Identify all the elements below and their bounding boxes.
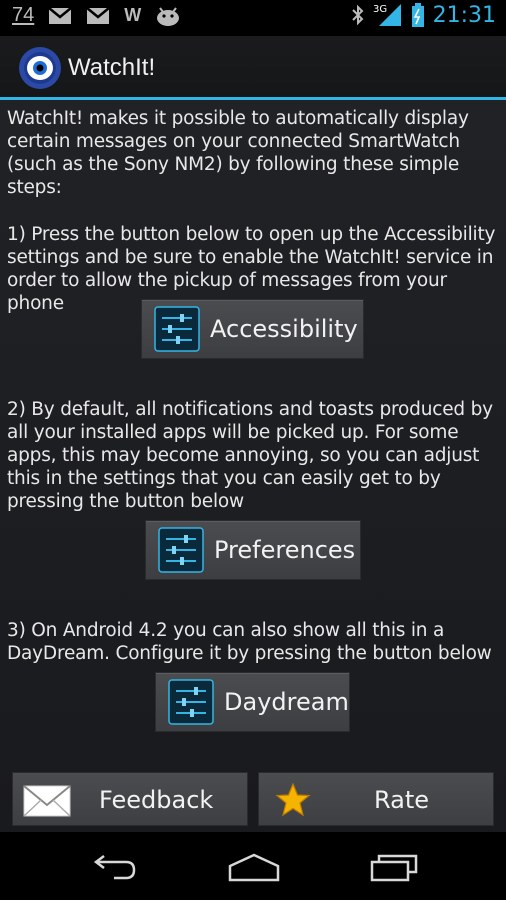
feedback-button[interactable]: Feedback — [12, 772, 248, 826]
intro-text: WatchIt! makes it possible to automatica… — [7, 108, 469, 198]
back-icon[interactable] — [88, 852, 138, 882]
clock: 21:31 — [432, 2, 496, 28]
step2-text: 2) By default, all notifications and toa… — [7, 399, 493, 512]
daydream-button[interactable]: Daydream — [155, 672, 350, 732]
app-logo-icon[interactable] — [18, 46, 62, 90]
action-bar: WatchIt! — [0, 36, 506, 100]
main-content: WatchIt! makes it possible to automatica… — [0, 100, 506, 832]
star-icon — [275, 783, 311, 817]
preferences-button-label: Preferences — [214, 536, 356, 564]
gmail-icon-2 — [86, 6, 111, 24]
step3-text: 3) On Android 4.2 you can also show all … — [7, 620, 492, 664]
accessibility-button-label: Accessibility — [210, 315, 358, 343]
envelope-icon — [23, 785, 71, 817]
rate-button-label: Rate — [374, 786, 430, 814]
settings-sliders-icon — [154, 306, 200, 352]
settings-sliders-icon — [168, 679, 214, 725]
battery-icon — [411, 3, 424, 27]
notification-count: 74 — [12, 4, 35, 26]
recent-apps-icon[interactable] — [370, 852, 422, 882]
android-icon — [157, 6, 180, 26]
app-title: WatchIt! — [68, 54, 156, 81]
accessibility-button[interactable]: Accessibility — [141, 299, 364, 359]
navigation-bar — [0, 832, 506, 900]
home-icon[interactable] — [226, 852, 282, 882]
status-bar: 74 W 3G 21:31 — [0, 0, 506, 36]
bluetooth-icon — [351, 4, 364, 26]
settings-sliders-icon — [158, 527, 204, 573]
rate-button[interactable]: Rate — [258, 772, 494, 826]
gmail-icon — [48, 6, 73, 24]
feedback-button-label: Feedback — [99, 786, 214, 814]
daydream-button-label: Daydream — [224, 688, 349, 716]
preferences-button[interactable]: Preferences — [145, 520, 361, 580]
notification-app-icon: W — [124, 5, 142, 25]
network-type: 3G — [373, 4, 387, 15]
signal-icon: 3G — [373, 4, 401, 26]
